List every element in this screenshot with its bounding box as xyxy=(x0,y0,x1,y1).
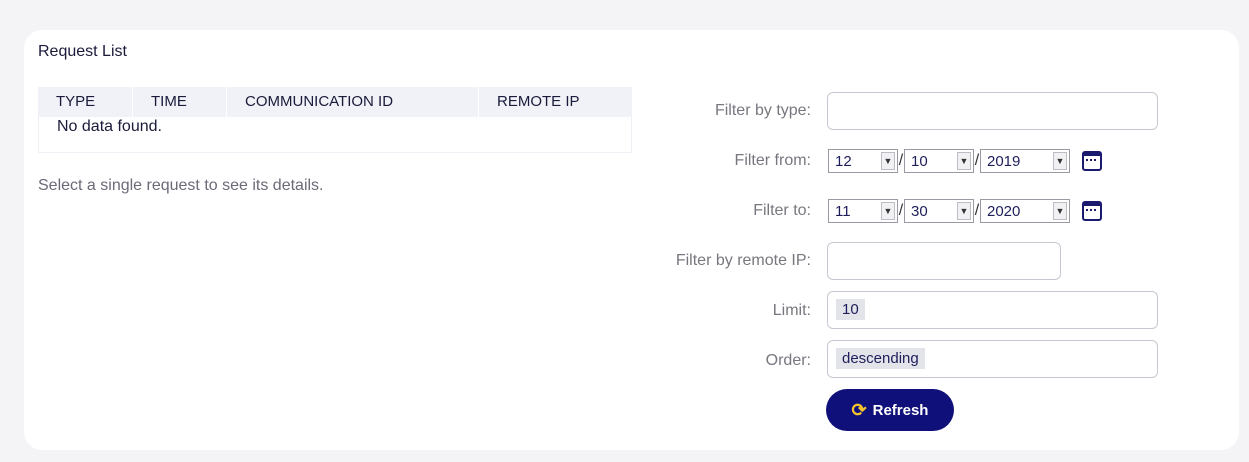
chevron-down-icon: ▼ xyxy=(881,152,895,170)
table-header: TYPE TIME COMMUNICATION ID REMOTE IP xyxy=(38,87,632,117)
limit-select[interactable]: 10 xyxy=(827,291,1158,329)
chevron-down-icon: ▼ xyxy=(1053,152,1067,170)
column-header-communication-id[interactable]: COMMUNICATION ID xyxy=(226,87,478,117)
filter-type-label: Filter by type: xyxy=(714,102,811,119)
filter-from-date: 12 ▼ / 10 ▼ / 2019 ▼ xyxy=(828,148,1102,174)
details-hint: Select a single request to see its detai… xyxy=(38,177,324,194)
calendar-icon[interactable] xyxy=(1082,151,1102,171)
table-body: No data found. xyxy=(38,117,632,153)
filter-from-day-select[interactable]: 10 ▼ xyxy=(904,149,974,173)
filter-to-date: 11 ▼ / 30 ▼ / 2020 ▼ xyxy=(828,198,1102,224)
limit-label: Limit: xyxy=(772,302,811,319)
filter-to-month-select[interactable]: 11 ▼ xyxy=(828,199,898,223)
limit-value: 10 xyxy=(836,299,865,320)
filter-from-year-value: 2019 xyxy=(987,152,1021,170)
no-data-message: No data found. xyxy=(57,118,162,135)
chevron-down-icon: ▼ xyxy=(1053,202,1067,220)
filter-from-day-value: 10 xyxy=(911,152,928,170)
request-table: TYPE TIME COMMUNICATION ID REMOTE IP No … xyxy=(38,87,632,153)
column-header-remote-ip[interactable]: REMOTE IP xyxy=(478,87,632,117)
column-header-type[interactable]: TYPE xyxy=(38,87,132,117)
filter-from-month-select[interactable]: 12 ▼ xyxy=(828,149,898,173)
order-label: Order: xyxy=(765,352,811,369)
refresh-button-label: Refresh xyxy=(872,401,929,419)
order-value: descending xyxy=(836,348,925,369)
filter-from-year-select[interactable]: 2019 ▼ xyxy=(980,149,1070,173)
filter-type-input[interactable] xyxy=(827,92,1158,130)
filter-from-month-value: 12 xyxy=(835,152,852,170)
column-header-time[interactable]: TIME xyxy=(132,87,226,117)
panel-title: Request List xyxy=(38,43,127,60)
filter-to-year-select[interactable]: 2020 ▼ xyxy=(980,199,1070,223)
filter-ip-label: Filter by remote IP: xyxy=(675,252,811,269)
refresh-button[interactable]: ⟳ Refresh xyxy=(826,389,954,431)
filter-to-day-value: 30 xyxy=(911,202,928,220)
filter-to-label: Filter to: xyxy=(753,202,811,219)
filter-to-month-value: 11 xyxy=(835,202,851,220)
chevron-down-icon: ▼ xyxy=(957,202,971,220)
order-select[interactable]: descending xyxy=(827,340,1158,378)
chevron-down-icon: ▼ xyxy=(881,202,895,220)
filter-to-year-value: 2020 xyxy=(987,202,1021,220)
calendar-icon[interactable] xyxy=(1082,201,1102,221)
filter-from-label: Filter from: xyxy=(734,152,811,169)
filter-ip-input[interactable] xyxy=(827,242,1061,280)
filter-to-day-select[interactable]: 30 ▼ xyxy=(904,199,974,223)
chevron-down-icon: ▼ xyxy=(957,152,971,170)
refresh-icon: ⟳ xyxy=(851,399,867,420)
